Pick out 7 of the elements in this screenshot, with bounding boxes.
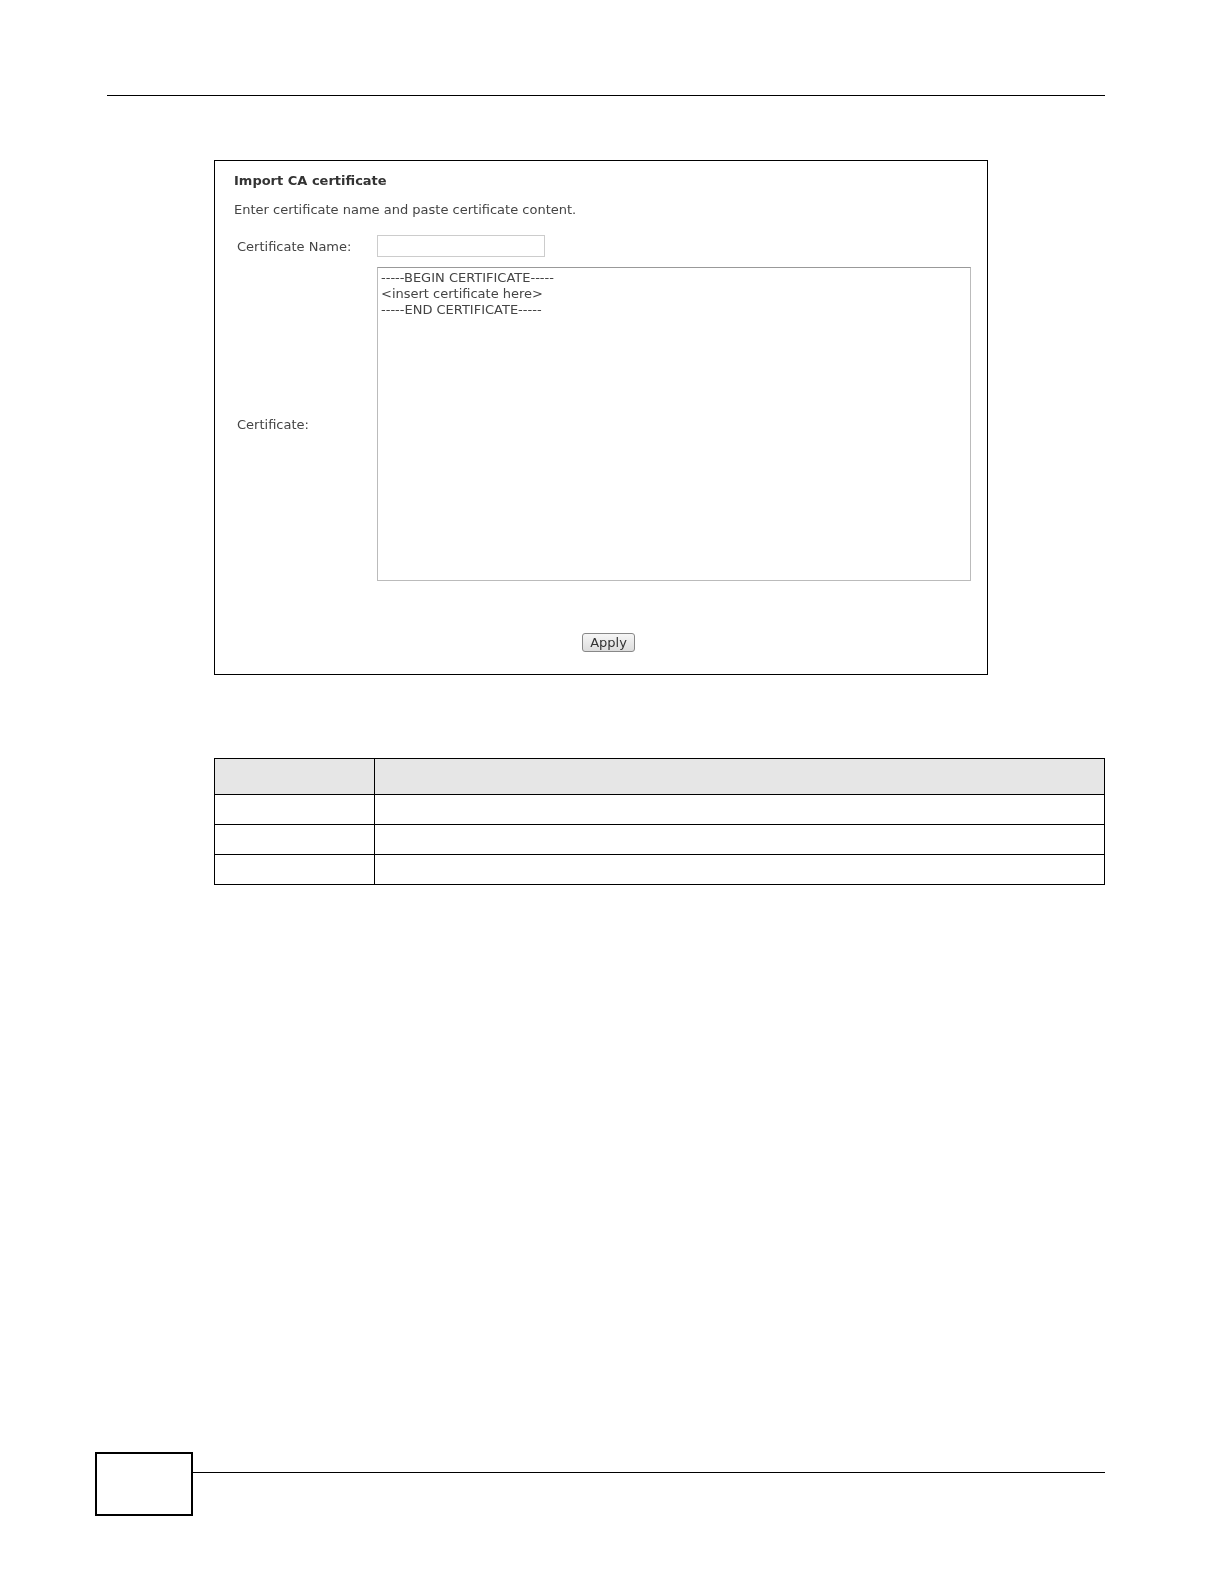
certificate-field[interactable]: -----BEGIN CERTIFICATE----- <insert certificate here> -----END CERTIFICATE----- <box>377 267 971 581</box>
field-label: Certificate: <box>236 416 310 432</box>
apply-button[interactable]: Apply <box>582 633 635 652</box>
input-field[interactable] <box>377 235 545 257</box>
dialog-title: Import CA certificate <box>234 173 388 188</box>
field-label: Certificate Name: <box>236 238 353 254</box>
instruction-text: Enter certificate name and paste certificate content. <box>234 202 578 217</box>
